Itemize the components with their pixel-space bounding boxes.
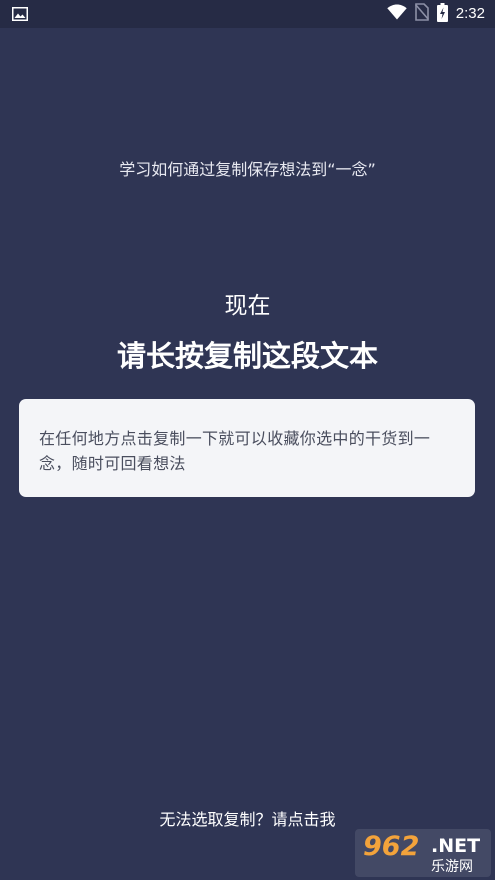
status-bar: 2:32: [0, 0, 495, 28]
watermark-net: .NET: [431, 835, 481, 857]
cannot-copy-link[interactable]: 无法选取复制？请点击我: [0, 806, 495, 830]
intro-text: 学习如何通过复制保存想法到“一念”: [119, 160, 376, 179]
watermark-site-name: 乐游网: [431, 859, 473, 875]
page-title: 请长按复制这段文本: [116, 339, 378, 373]
wifi-icon: [387, 4, 407, 24]
site-watermark-logo: 962 .NET 乐游网: [355, 829, 491, 877]
battery-charging-icon: [436, 2, 448, 26]
now-label: 现在: [224, 293, 271, 319]
copy-text-card[interactable]: 在任何地方点击复制一下就可以收藏你选中的干货到一念，随时可回看想法: [19, 399, 475, 497]
status-icons: 2:32: [387, 2, 485, 26]
copyable-text[interactable]: 在任何地方点击复制一下就可以收藏你选中的干货到一念，随时可回看想法: [39, 426, 455, 476]
no-sim-icon: [414, 3, 429, 25]
image-icon: [12, 6, 28, 21]
watermark-number: 962: [363, 831, 420, 862]
status-time: 2:32: [455, 5, 485, 22]
